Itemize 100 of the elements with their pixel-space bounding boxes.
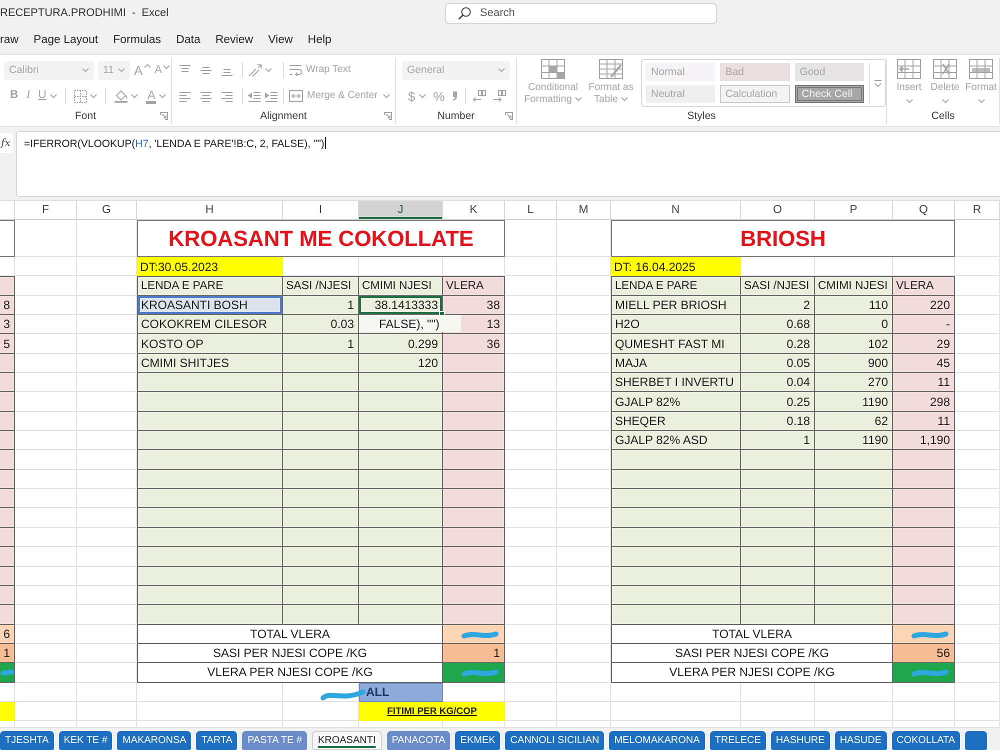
caret-icon[interactable] bbox=[574, 97, 582, 102]
menu-tab[interactable]: Formulas bbox=[113, 34, 162, 46]
menu-tab[interactable]: Data bbox=[176, 34, 200, 46]
sheet-tab[interactable]: KEK TE # bbox=[58, 731, 112, 750]
caret-icon[interactable] bbox=[498, 68, 505, 72]
table-cell: 29 bbox=[893, 334, 955, 354]
column-header[interactable]: R bbox=[955, 201, 1000, 219]
column-title: SASI /NJESI bbox=[283, 276, 359, 296]
table-cell bbox=[893, 489, 955, 508]
total-label: VLERA PER NJESI COPE /KG bbox=[137, 663, 443, 683]
menu-tab[interactable]: Review bbox=[215, 34, 254, 46]
table-cell: 2 bbox=[741, 296, 815, 316]
table-cell bbox=[443, 450, 505, 470]
table-cell bbox=[0, 547, 15, 566]
sheet-tab[interactable]: COKOLLATA bbox=[892, 731, 960, 750]
insert-cells-icon[interactable] bbox=[897, 59, 921, 79]
table-cell bbox=[893, 508, 955, 528]
sheet-tab[interactable]: EKMEK bbox=[455, 731, 500, 750]
sheet-tab[interactable]: HASHURE bbox=[770, 731, 830, 750]
caret-icon[interactable] bbox=[163, 64, 170, 68]
column-header[interactable]: P bbox=[815, 201, 893, 219]
table-cell: 1 bbox=[0, 644, 15, 664]
conditional-formatting-icon[interactable] bbox=[541, 59, 565, 79]
total-label: SASI PER NJESI COPE /KG bbox=[611, 644, 893, 664]
caret-icon[interactable] bbox=[620, 97, 628, 102]
sheet-tab[interactable]: PANACOTA bbox=[386, 731, 450, 750]
caret-icon[interactable] bbox=[82, 68, 89, 72]
caret-icon[interactable] bbox=[118, 68, 125, 72]
caret-icon[interactable] bbox=[144, 64, 151, 68]
table-cell bbox=[0, 354, 15, 374]
table-cell: 8 bbox=[0, 296, 15, 316]
formula-field[interactable]: =IFERROR(VLOOKUP(H7, 'LENDA E PARE'!B:C, 2, FALSE), "") bbox=[16, 131, 1000, 197]
caret-icon[interactable] bbox=[978, 99, 984, 103]
column-header[interactable]: H bbox=[137, 201, 283, 219]
sheet-tab[interactable]: HASUDE bbox=[834, 731, 887, 750]
caret-icon[interactable] bbox=[906, 99, 912, 103]
menu-tab[interactable]: View bbox=[268, 34, 293, 46]
table-cell bbox=[0, 566, 15, 586]
table-cell bbox=[0, 412, 15, 432]
table-cell bbox=[0, 470, 15, 490]
sheet-tab[interactable]: TARTA bbox=[196, 731, 238, 750]
cell-edit-field[interactable]: FALSE), "") bbox=[359, 315, 461, 332]
sheet-tab[interactable]: TJESHTA bbox=[0, 731, 54, 750]
group-label: Alignment bbox=[260, 110, 307, 122]
column-header[interactable]: F bbox=[15, 201, 77, 219]
column-title: LENDA E PARE bbox=[137, 276, 283, 296]
sheet-tab[interactable]: TRELECE bbox=[710, 731, 766, 750]
table-cell bbox=[443, 489, 505, 508]
table-cell: 1 bbox=[283, 334, 359, 354]
text-cursor bbox=[325, 137, 326, 149]
table-cell bbox=[443, 508, 505, 528]
table-cell bbox=[443, 373, 505, 392]
menu-tab[interactable]: Page Layout bbox=[34, 34, 98, 46]
date-cell: DT: 16.04.2025 bbox=[611, 257, 741, 276]
table-cell: 0.03 bbox=[283, 315, 359, 334]
table-cell bbox=[0, 605, 15, 625]
search-field[interactable]: Search bbox=[445, 2, 717, 24]
column-header[interactable]: O bbox=[741, 201, 815, 219]
sheet-tab[interactable]: PASTA TE # bbox=[242, 731, 307, 750]
table-cell: 900 bbox=[815, 354, 893, 374]
sheet-tab[interactable]: CANNOLI SICILIAN bbox=[505, 731, 604, 750]
format-table-icon[interactable] bbox=[599, 59, 623, 79]
column-header[interactable]: J bbox=[359, 201, 443, 219]
table-cell: 0.68 bbox=[741, 315, 815, 334]
column-header[interactable]: K bbox=[443, 201, 505, 219]
table-cell: 11 bbox=[893, 373, 955, 392]
wrap-text-icon[interactable] bbox=[289, 64, 302, 76]
insert-function-button[interactable]: fx bbox=[0, 133, 13, 153]
menu-tab[interactable]: raw bbox=[0, 34, 19, 46]
format-cells-icon[interactable] bbox=[969, 59, 993, 79]
merge-cells-icon[interactable] bbox=[289, 90, 303, 102]
sheet-tab[interactable]: MELOMAKARONA bbox=[609, 731, 705, 750]
column-header[interactable]: Q bbox=[893, 201, 955, 219]
table-cell bbox=[0, 702, 15, 722]
total-label: TOTAL VLERA bbox=[611, 624, 893, 644]
table-cell: KROASANTI BOSH bbox=[137, 296, 283, 316]
caret-icon[interactable] bbox=[942, 99, 948, 103]
menu-tab[interactable]: Help bbox=[308, 34, 332, 46]
table-cell: 0 bbox=[815, 315, 893, 334]
caret-icon[interactable] bbox=[419, 94, 426, 98]
delete-cells-icon[interactable] bbox=[933, 59, 957, 79]
table-cell: CMIMI SHITJES bbox=[137, 354, 283, 374]
group-label: Font bbox=[74, 110, 96, 122]
table-cell bbox=[443, 528, 505, 548]
table-cell: 120 bbox=[359, 354, 443, 374]
column-header[interactable]: N bbox=[611, 201, 741, 219]
column-header[interactable]: G bbox=[77, 201, 137, 219]
column-header[interactable]: M bbox=[557, 201, 611, 219]
group-label: Styles bbox=[687, 110, 716, 122]
sheet-tab[interactable] bbox=[965, 731, 988, 750]
total-label: TOTAL VLERA bbox=[137, 624, 443, 644]
gallery-more-icon[interactable] bbox=[874, 78, 882, 88]
sheet-tab[interactable]: KROASANTI bbox=[312, 731, 382, 750]
column-header[interactable]: L bbox=[505, 201, 557, 219]
sheet-tab[interactable]: MAKARONSA bbox=[117, 731, 192, 750]
caret-icon[interactable] bbox=[50, 94, 58, 98]
table-cell bbox=[893, 547, 955, 566]
table-cell: 102 bbox=[815, 334, 893, 354]
column-title: CMIMI NJESI bbox=[359, 276, 443, 296]
table-cell: 1 bbox=[283, 296, 359, 316]
